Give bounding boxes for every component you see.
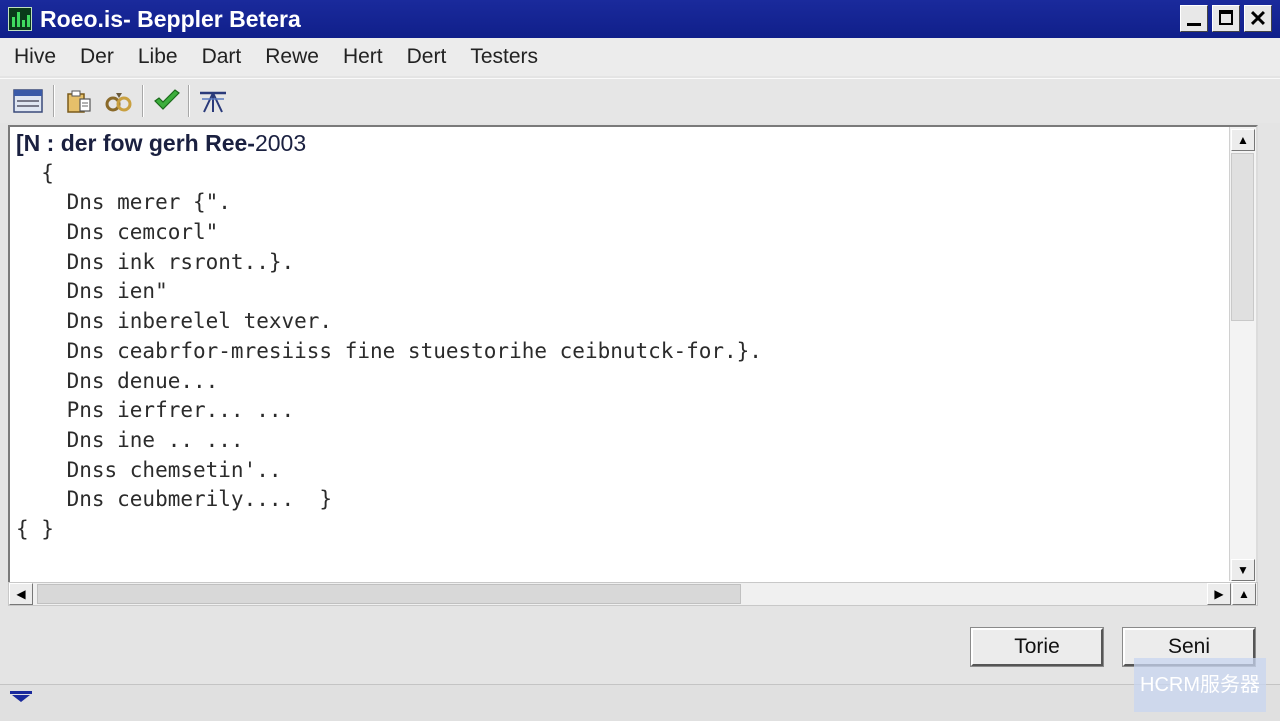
menu-item-testers[interactable]: Testers [470,45,538,69]
code-line: Dnss chemsetin'.. [16,457,282,482]
horizontal-scroll-thumb[interactable] [37,584,741,604]
clipboard-icon[interactable] [64,87,94,115]
code-line: Dns ink rsront..}. [16,249,295,274]
dropdown-arrow-icon[interactable] [10,691,32,702]
code-line: Pns ierfrer... ... [16,398,295,423]
toolbar-separator [142,85,144,117]
toolbar [0,78,1280,123]
watermark: HCRM服务器 [1134,658,1266,712]
code-line: Dns denue... [16,368,219,393]
scroll-down-button[interactable]: ▼ [1231,559,1255,581]
code-header-year: 2003 [254,130,307,156]
scroll-left-button[interactable]: ◀ [9,583,33,605]
code-content: [N : der fow gerh Ree-2003 { Dns merer {… [16,129,762,545]
menu-item-dart[interactable]: Dart [202,45,242,69]
minimize-button[interactable] [1180,5,1208,32]
code-line: { } [16,516,54,541]
vertical-scrollbar[interactable]: ▲ ▼ [1229,127,1256,581]
code-line: Dns inberelel texver. [16,309,333,334]
status-bar [0,684,1280,721]
link-icon[interactable] [104,87,134,115]
menu-bar: Hive Der Libe Dart Rewe Hert Dert Tester… [0,38,1280,76]
torie-button[interactable]: Torie [970,627,1104,667]
title-bar: Roeo.is- Beppler Betera ✕ [0,0,1280,38]
network-icon[interactable] [198,87,228,115]
menu-item-hive[interactable]: Hive [14,45,56,69]
toolbar-separator [188,85,190,117]
close-icon: ✕ [1248,6,1268,31]
horizontal-scrollbar[interactable]: ◀ ▶ ▲ [8,582,1258,606]
menu-item-libe[interactable]: Libe [138,45,178,69]
window-icon[interactable] [13,87,43,115]
code-line: Dns ceubmerily.... } [16,487,333,512]
menu-item-dert[interactable]: Dert [407,45,447,69]
app-icon[interactable] [8,7,32,31]
maximize-button[interactable] [1212,5,1240,32]
vertical-scroll-thumb[interactable] [1231,153,1254,321]
code-line: Dns ine .. ... [16,427,244,452]
menu-item-hert[interactable]: Hert [343,45,383,69]
checkmark-icon[interactable] [152,87,182,115]
scroll-right-button[interactable]: ▶ [1207,583,1231,605]
code-line: Dns ien" [16,279,168,304]
code-editor[interactable]: [N : der fow gerh Ree-2003 { Dns merer {… [8,125,1258,585]
code-header: [N : der fow gerh Ree- [16,130,255,156]
code-line: Dns cemcorl" [16,220,219,245]
window-controls: ✕ [1180,5,1272,32]
menu-item-rewe[interactable]: Rewe [265,45,319,69]
menu-item-der[interactable]: Der [80,45,114,69]
scroll-corner-up-button[interactable]: ▲ [1232,583,1256,605]
minimize-icon [1187,23,1201,26]
toolbar-separator [53,85,55,117]
close-button[interactable]: ✕ [1244,5,1272,32]
maximize-icon [1219,10,1233,25]
scroll-up-button[interactable]: ▲ [1231,129,1255,151]
code-header-line: [N : der fow gerh Ree-2003 [16,129,762,159]
code-line: { [16,160,54,185]
code-line: Dns ceabrfor-mresiiss fine stuestorihe c… [16,338,762,363]
code-line: Dns merer {". [16,190,231,215]
window-title: Roeo.is- Beppler Betera [40,6,301,32]
